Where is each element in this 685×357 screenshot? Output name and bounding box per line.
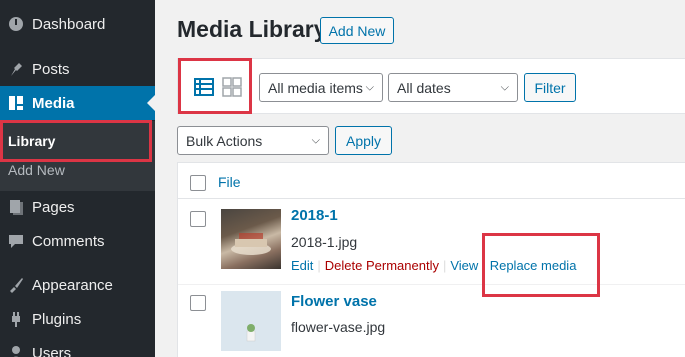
sidebar-item-label: Plugins <box>32 310 82 328</box>
page-title: Media Library <box>177 16 327 42</box>
sidebar-item-label: Media <box>32 94 75 112</box>
sidebar-item-posts[interactable]: Posts <box>0 52 155 86</box>
sidebar-item-label: Dashboard <box>32 15 106 33</box>
sidebar-item-pages[interactable]: Pages <box>0 190 155 224</box>
media-type-value: All media items <box>268 79 363 96</box>
list-view-icon[interactable] <box>194 77 214 102</box>
row-title-link[interactable]: Flower vase <box>291 293 377 310</box>
row-checkbox[interactable] <box>190 211 206 227</box>
row-actions: Edit | Delete Permanently | View | Replace med… <box>291 258 576 273</box>
apply-button[interactable]: Apply <box>335 126 392 155</box>
separator: | <box>317 258 321 273</box>
row-filename: flower-vase.jpg <box>291 319 386 335</box>
media-thumbnail[interactable] <box>221 209 281 269</box>
bulk-actions-select[interactable]: Bulk Actions ⌵ <box>177 126 329 155</box>
media-type-select[interactable]: All media items ⌵ <box>259 73 383 102</box>
replace-media-link[interactable]: Replace media <box>490 258 577 273</box>
chevron-down-icon: ⌵ <box>500 81 509 93</box>
media-submenu: Library Add New <box>0 121 155 191</box>
sidebar-item-users[interactable]: Users <box>0 336 155 357</box>
row-checkbox[interactable] <box>190 295 206 311</box>
admin-sidebar: Dashboard Posts Media Library Add New Pa… <box>0 0 155 357</box>
date-value: All dates <box>397 79 451 96</box>
submenu-item-library[interactable]: Library <box>8 133 55 149</box>
user-icon <box>6 343 26 357</box>
date-select[interactable]: All dates ⌵ <box>388 73 518 102</box>
chevron-down-icon: ⌵ <box>311 134 320 146</box>
sidebar-item-label: Users <box>32 344 72 357</box>
sidebar-item-dashboard[interactable]: Dashboard <box>0 7 155 41</box>
table-header: File <box>178 163 685 199</box>
sidebar-item-label: Appearance <box>32 276 113 294</box>
sidebar-item-media[interactable]: Media <box>0 86 155 120</box>
media-table: File 2018-1 2018-1.jpg Edit | Delete Perma… <box>177 162 685 357</box>
sidebar-item-plugins[interactable]: Plugins <box>0 302 155 336</box>
separator: | <box>482 258 486 273</box>
row-title-link[interactable]: 2018-1 <box>291 207 338 224</box>
grid-view-icon[interactable] <box>222 77 242 102</box>
comments-icon <box>6 231 26 251</box>
sidebar-item-comments[interactable]: Comments <box>0 224 155 258</box>
chevron-down-icon: ⌵ <box>365 81 374 93</box>
row-filename: 2018-1.jpg <box>291 234 358 250</box>
pages-icon <box>6 197 26 217</box>
media-icon <box>6 93 26 113</box>
plugin-icon <box>6 309 26 329</box>
active-menu-arrow <box>147 95 155 111</box>
sidebar-item-label: Posts <box>32 60 70 78</box>
select-all-checkbox[interactable] <box>190 175 206 191</box>
main-content: Media Library Add New All media items ⌵ … <box>155 0 685 357</box>
delete-permanently-link[interactable]: Delete Permanently <box>325 258 439 273</box>
brush-icon <box>6 275 26 295</box>
separator: | <box>442 258 447 273</box>
media-thumbnail[interactable] <box>221 291 281 351</box>
submenu-item-add-new[interactable]: Add New <box>8 162 65 178</box>
add-new-button[interactable]: Add New <box>320 17 394 44</box>
bulk-actions-value: Bulk Actions <box>186 132 263 149</box>
filter-button[interactable]: Filter <box>524 73 576 102</box>
table-row: Flower vase flower-vase.jpg <box>178 285 685 357</box>
media-toolbar: All media items ⌵ All dates ⌵ Filter <box>177 58 685 114</box>
column-header-file[interactable]: File <box>218 174 241 190</box>
sidebar-item-label: Comments <box>32 232 105 250</box>
table-row: 2018-1 2018-1.jpg Edit | Delete Permanentl… <box>178 199 685 285</box>
view-link[interactable]: View <box>450 258 478 273</box>
pin-icon <box>6 59 26 79</box>
edit-link[interactable]: Edit <box>291 258 313 273</box>
sidebar-item-label: Pages <box>32 198 75 216</box>
sidebar-item-appearance[interactable]: Appearance <box>0 268 155 302</box>
dashboard-icon <box>6 14 26 34</box>
